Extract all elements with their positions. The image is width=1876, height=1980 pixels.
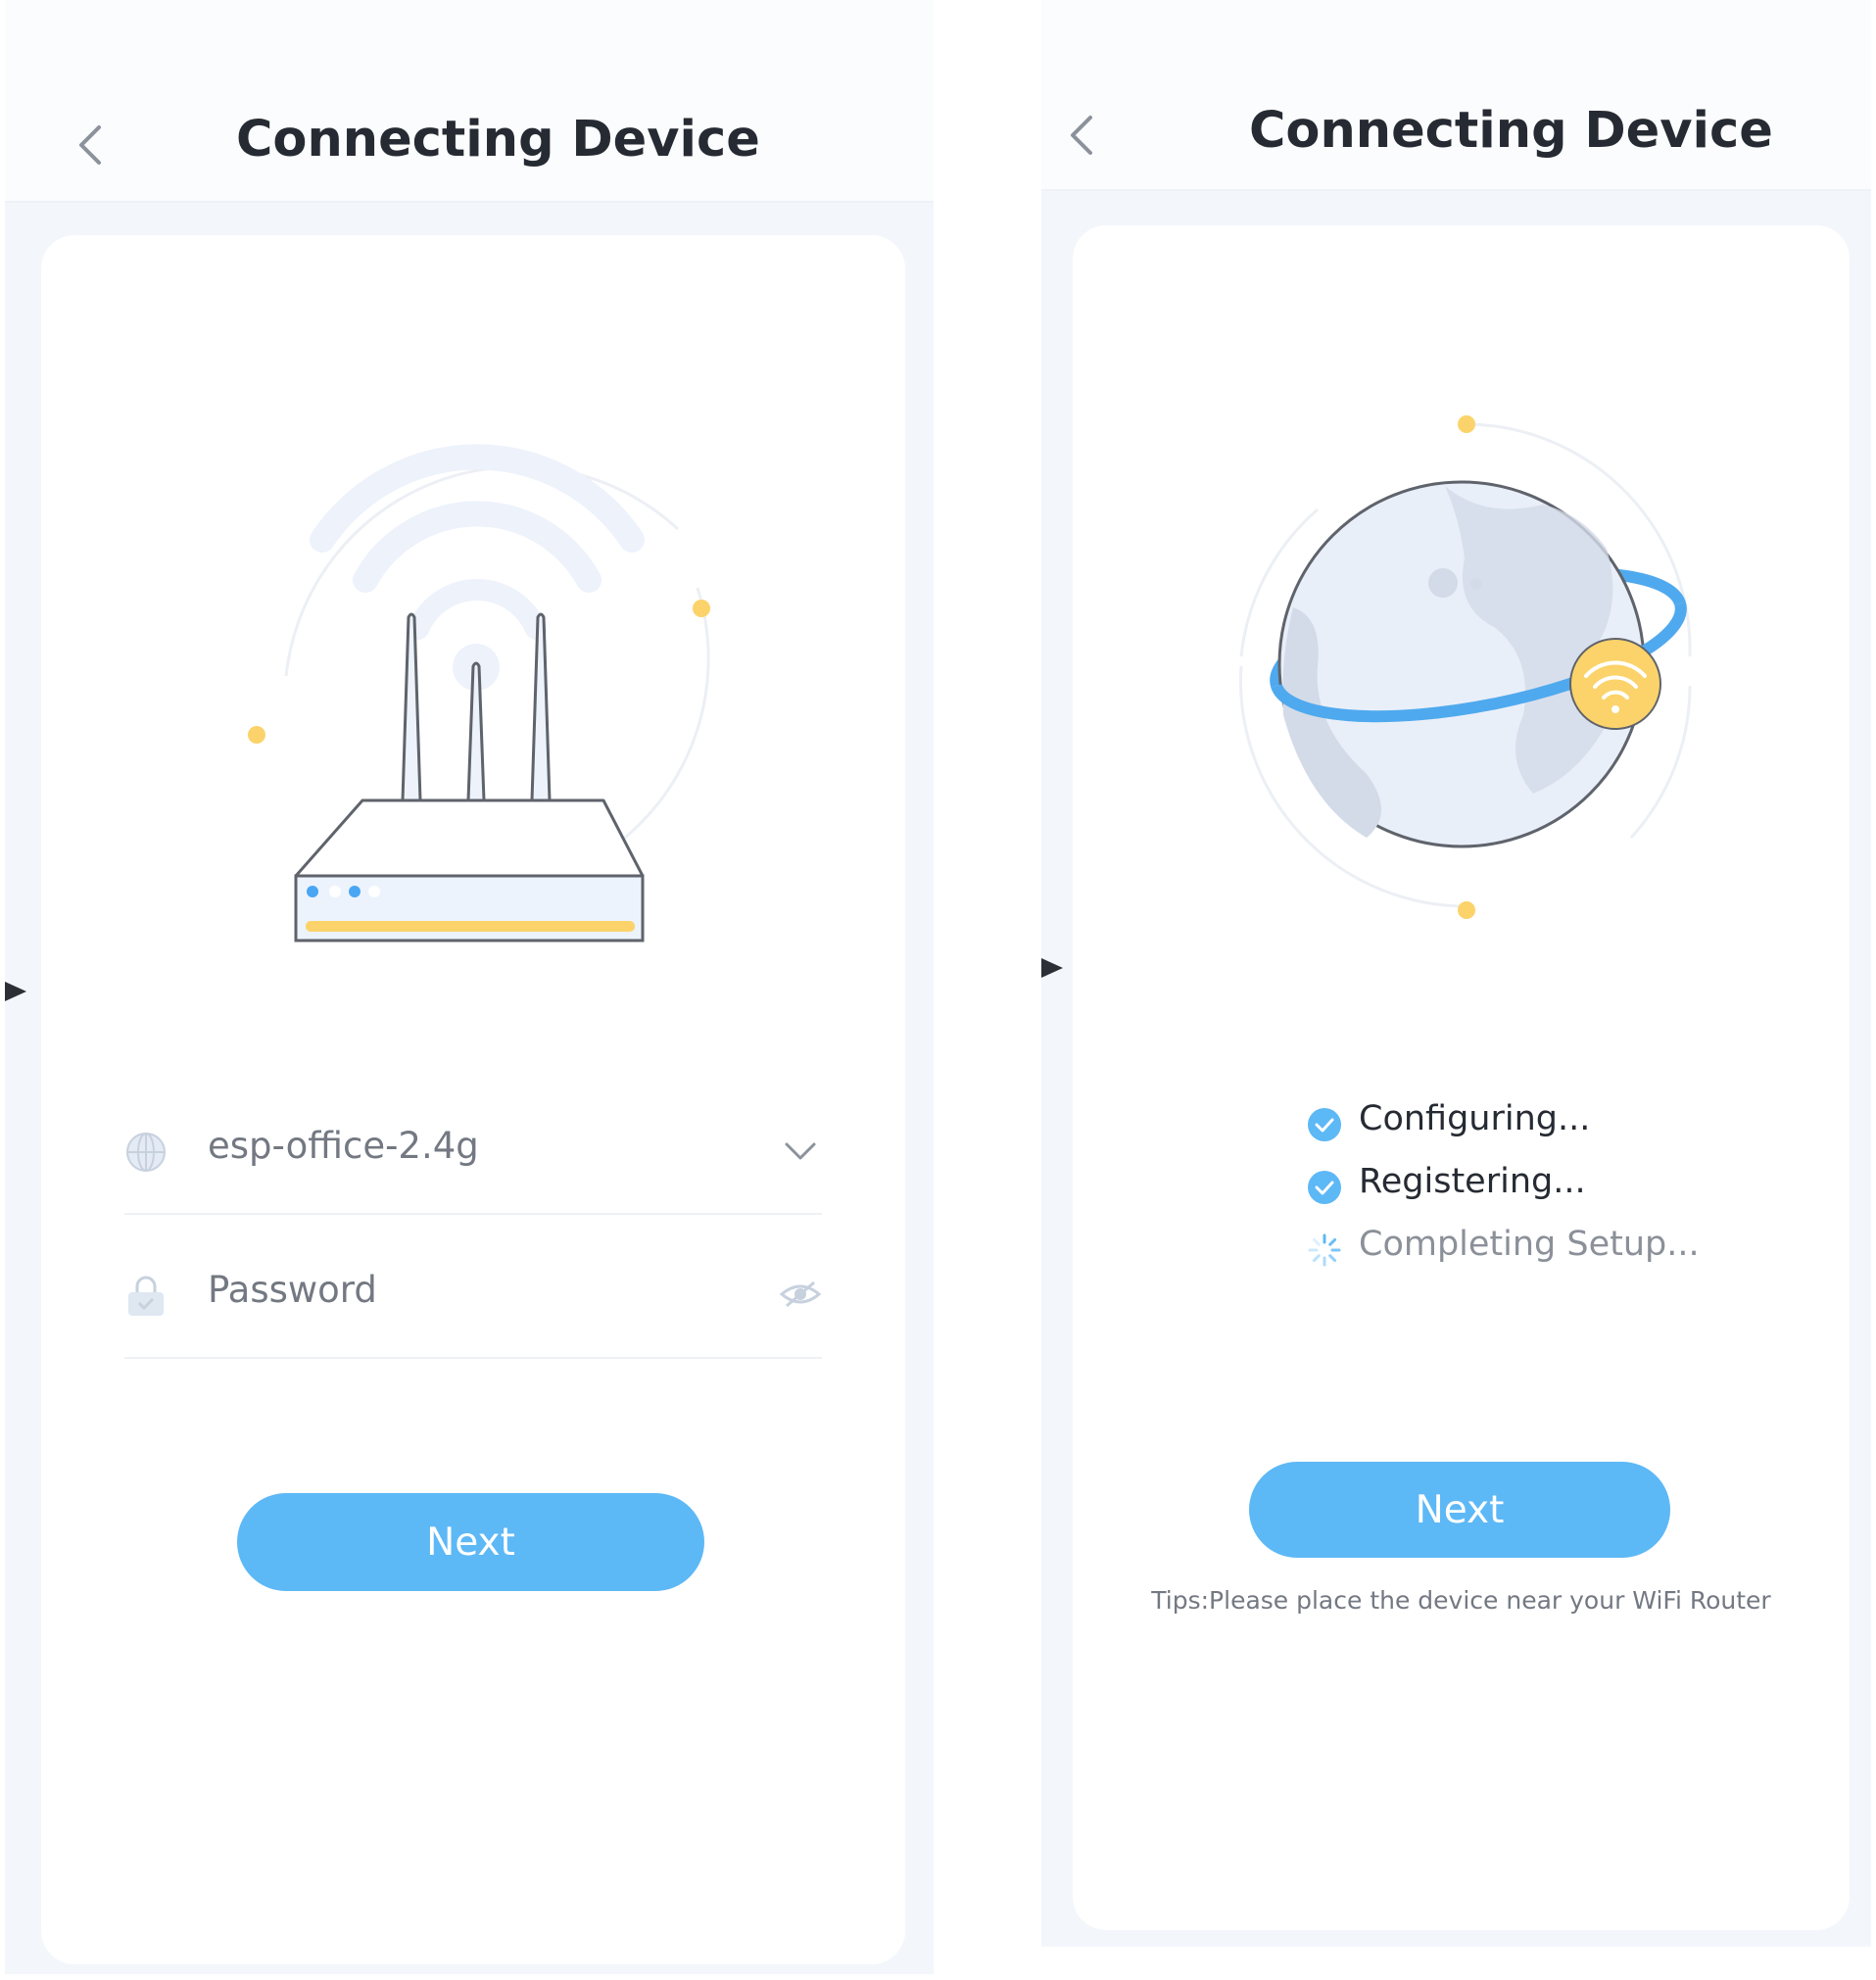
side-pointer-marker xyxy=(5,982,26,1001)
side-pointer-marker xyxy=(1041,958,1063,978)
wifi-network-field[interactable]: esp-office-2.4g xyxy=(124,1097,822,1215)
globe-icon xyxy=(126,1133,166,1172)
progress-steps: Configuring... Registering... Completing… xyxy=(1307,1097,1757,1293)
wifi-router-illustration xyxy=(248,444,710,942)
password-field[interactable] xyxy=(124,1241,822,1359)
screen-connecting-progress: Connecting Device Configuring... Registe… xyxy=(1041,0,1871,1947)
step-label: Configuring... xyxy=(1359,1099,1591,1138)
step-registering: Registering... xyxy=(1307,1160,1757,1217)
lock-icon xyxy=(128,1276,164,1316)
page-title: Connecting Device xyxy=(1249,102,1773,160)
page-title: Connecting Device xyxy=(236,111,760,169)
tip-text: Tips:Please place the device near your W… xyxy=(1151,1586,1771,1615)
chevron-left-icon xyxy=(79,125,101,165)
check-circle-icon xyxy=(1308,1108,1341,1141)
password-input[interactable] xyxy=(208,1269,756,1311)
step-completing-setup: Completing Setup... xyxy=(1307,1223,1757,1280)
step-configuring: Configuring... xyxy=(1307,1097,1757,1154)
next-button[interactable]: Next xyxy=(1249,1462,1670,1558)
header-bar: Connecting Device xyxy=(1041,0,1871,191)
spinner-icon xyxy=(1308,1233,1341,1267)
check-circle-icon xyxy=(1308,1171,1341,1204)
step-label: Completing Setup... xyxy=(1359,1225,1700,1264)
back-button[interactable] xyxy=(64,116,122,174)
next-button[interactable]: Next xyxy=(237,1493,704,1591)
content-card: Configuring... Registering... Completing… xyxy=(1073,225,1850,1930)
chevron-left-icon xyxy=(1071,116,1092,155)
globe-wifi-orbit-illustration xyxy=(1239,415,1692,919)
back-button[interactable] xyxy=(1055,106,1114,165)
screen-connect-wifi: Connecting Device esp-office-2.4g Next xyxy=(5,0,934,1974)
chevron-down-icon[interactable] xyxy=(779,1129,822,1172)
header-bar: Connecting Device xyxy=(5,0,934,203)
eye-icon[interactable] xyxy=(779,1273,822,1316)
content-card: esp-office-2.4g Next xyxy=(41,235,905,1964)
step-label: Registering... xyxy=(1359,1162,1586,1201)
wifi-network-value: esp-office-2.4g xyxy=(208,1125,479,1167)
